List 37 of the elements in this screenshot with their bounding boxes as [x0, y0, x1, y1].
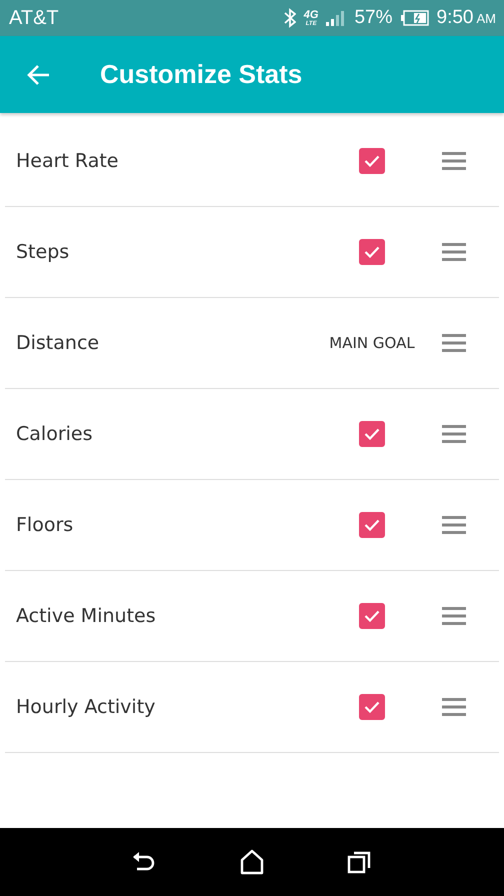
- stat-name: Calories: [15, 423, 94, 445]
- checkmark-icon: [364, 610, 380, 622]
- drag-handle-icon[interactable]: [442, 150, 466, 172]
- checkmark-icon: [364, 701, 380, 713]
- drag-handle-icon[interactable]: [442, 514, 466, 536]
- drag-handle-icon[interactable]: [442, 605, 466, 627]
- checkbox[interactable]: [359, 512, 385, 538]
- checkbox[interactable]: [359, 694, 385, 720]
- stat-name: Hourly Activity: [15, 696, 156, 718]
- main-goal-label: MAIN GOAL: [329, 334, 415, 352]
- battery-percentage: 57%: [354, 7, 393, 29]
- screen-title: Customize Stats: [100, 59, 302, 90]
- carrier-name: AT&T: [9, 6, 59, 30]
- drag-handle-icon[interactable]: [442, 241, 466, 263]
- stat-name: Heart Rate: [15, 150, 120, 172]
- recent-apps-button[interactable]: [346, 849, 373, 875]
- battery-charging-icon: [400, 10, 429, 26]
- stat-name: Active Minutes: [15, 605, 157, 627]
- checkbox[interactable]: [359, 239, 385, 265]
- home-button[interactable]: [240, 849, 264, 875]
- stat-name: Floors: [15, 514, 74, 536]
- clock-time: 9:50: [436, 7, 474, 29]
- checkbox[interactable]: [359, 421, 385, 447]
- signal-icon: [326, 10, 346, 26]
- drag-handle-icon[interactable]: [442, 332, 466, 354]
- drag-handle-icon[interactable]: [442, 423, 466, 445]
- checkbox[interactable]: [359, 148, 385, 174]
- checkmark-icon: [364, 246, 380, 258]
- stat-name: Distance: [15, 332, 100, 354]
- bluetooth-icon: [284, 8, 296, 28]
- checkmark-icon: [364, 428, 380, 440]
- checkbox[interactable]: [359, 603, 385, 629]
- clock-meridiem: AM: [476, 11, 496, 26]
- stat-name: Steps: [15, 241, 70, 263]
- checkmark-icon: [364, 519, 380, 531]
- checkmark-icon: [364, 155, 380, 167]
- drag-handle-icon[interactable]: [442, 696, 466, 718]
